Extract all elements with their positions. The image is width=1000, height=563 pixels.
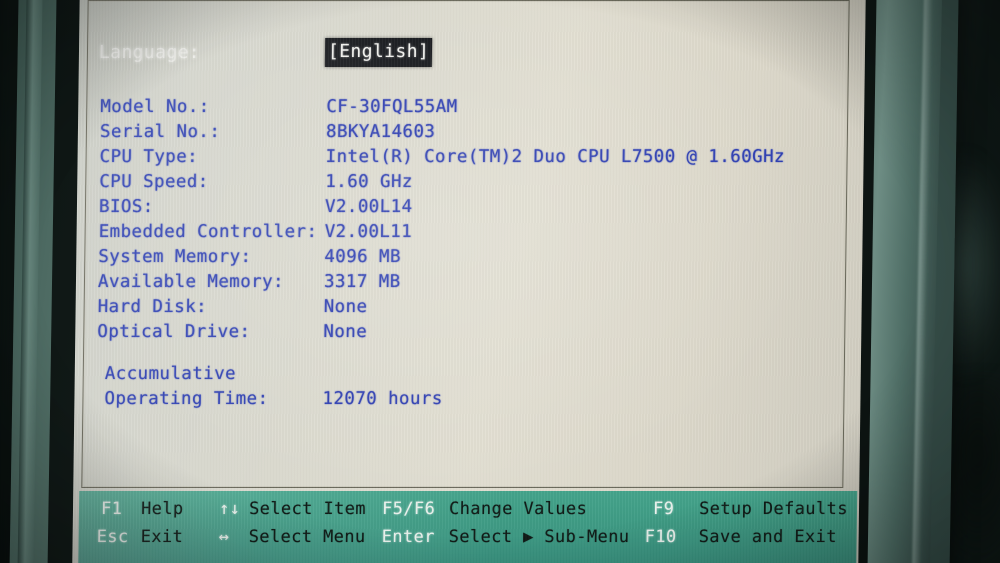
info-value-cpu-type: Intel(R) Core(TM)2 Duo CPU L7500 @ 1.60G… [325, 147, 786, 167]
info-value-embedded-controller: V2.00L11 [324, 222, 413, 242]
hotkey-select-menu-description: Select Menu [248, 527, 366, 547]
hotkey-f1-description: Help [140, 499, 184, 519]
info-label-system-memory: System Memory: [98, 247, 252, 267]
info-label-bios: BIOS: [98, 197, 154, 217]
info-label-model: Model No.: [100, 97, 210, 117]
info-value-system-memory: 4096 MB [324, 247, 402, 267]
info-value-serial: 8BKYA14603 [325, 122, 436, 142]
hotkey-sub-menu-description: Select ▶ Sub-Menu [448, 527, 630, 547]
hotkey-f1[interactable]: F1 [101, 499, 123, 519]
accumulative-label-line1: Accumulative [104, 364, 237, 384]
accumulative-operating-time-value: 12070 hours [322, 389, 443, 409]
hotkey-arrows-vertical-icon[interactable]: ↑↓ [219, 499, 241, 519]
bios-setup-information-page: Language: [English] Model No.: CF-30FQL5… [72, 0, 866, 563]
info-value-bios: V2.00L14 [324, 197, 413, 217]
info-value-model: CF-30FQL55AM [326, 97, 458, 117]
info-value-available-memory: 3317 MB [323, 272, 401, 292]
info-value-cpu-speed: 1.60 GHz [325, 172, 413, 192]
hotkey-arrows-horizontal-icon[interactable]: ↔ [219, 527, 230, 547]
bios-help-bar: F1 Help Esc Exit ↑↓ Select Item ↔ Select… [78, 491, 858, 563]
hotkey-esc-description: Exit [140, 527, 184, 547]
info-label-cpu-type: CPU Type: [99, 147, 199, 167]
info-value-hard-disk: None [323, 297, 368, 317]
lcd-screen: Language: [English] Model No.: CF-30FQL5… [72, 0, 866, 563]
hotkey-enter[interactable]: Enter [382, 527, 435, 547]
info-label-serial: Serial No.: [99, 122, 221, 142]
photo-scene: Language: [English] Model No.: CF-30FQL5… [0, 0, 1000, 563]
info-label-optical-drive: Optical Drive: [97, 322, 251, 342]
hotkey-change-values-description: Change Values [448, 499, 588, 519]
info-value-optical-drive: None [323, 322, 368, 342]
hotkey-f9[interactable]: F9 [653, 499, 675, 519]
info-label-hard-disk: Hard Disk: [97, 297, 208, 317]
language-label: Language: [98, 42, 201, 63]
info-label-embedded-controller: Embedded Controller: [98, 222, 318, 242]
language-value-selected[interactable]: [English] [324, 38, 433, 67]
info-label-available-memory: Available Memory: [97, 272, 285, 292]
hotkey-setup-defaults-description: Setup Defaults [698, 499, 849, 519]
hotkey-f5-f6[interactable]: F5/F6 [382, 499, 435, 519]
accumulative-label-line2: Operating Time: [104, 389, 269, 409]
hotkey-save-and-exit-description: Save and Exit [698, 527, 838, 547]
info-label-cpu-speed: CPU Speed: [99, 172, 209, 192]
hotkey-esc[interactable]: Esc [97, 527, 129, 547]
hotkey-select-item-description: Select Item [248, 499, 367, 519]
hotkey-f10[interactable]: F10 [645, 527, 677, 547]
